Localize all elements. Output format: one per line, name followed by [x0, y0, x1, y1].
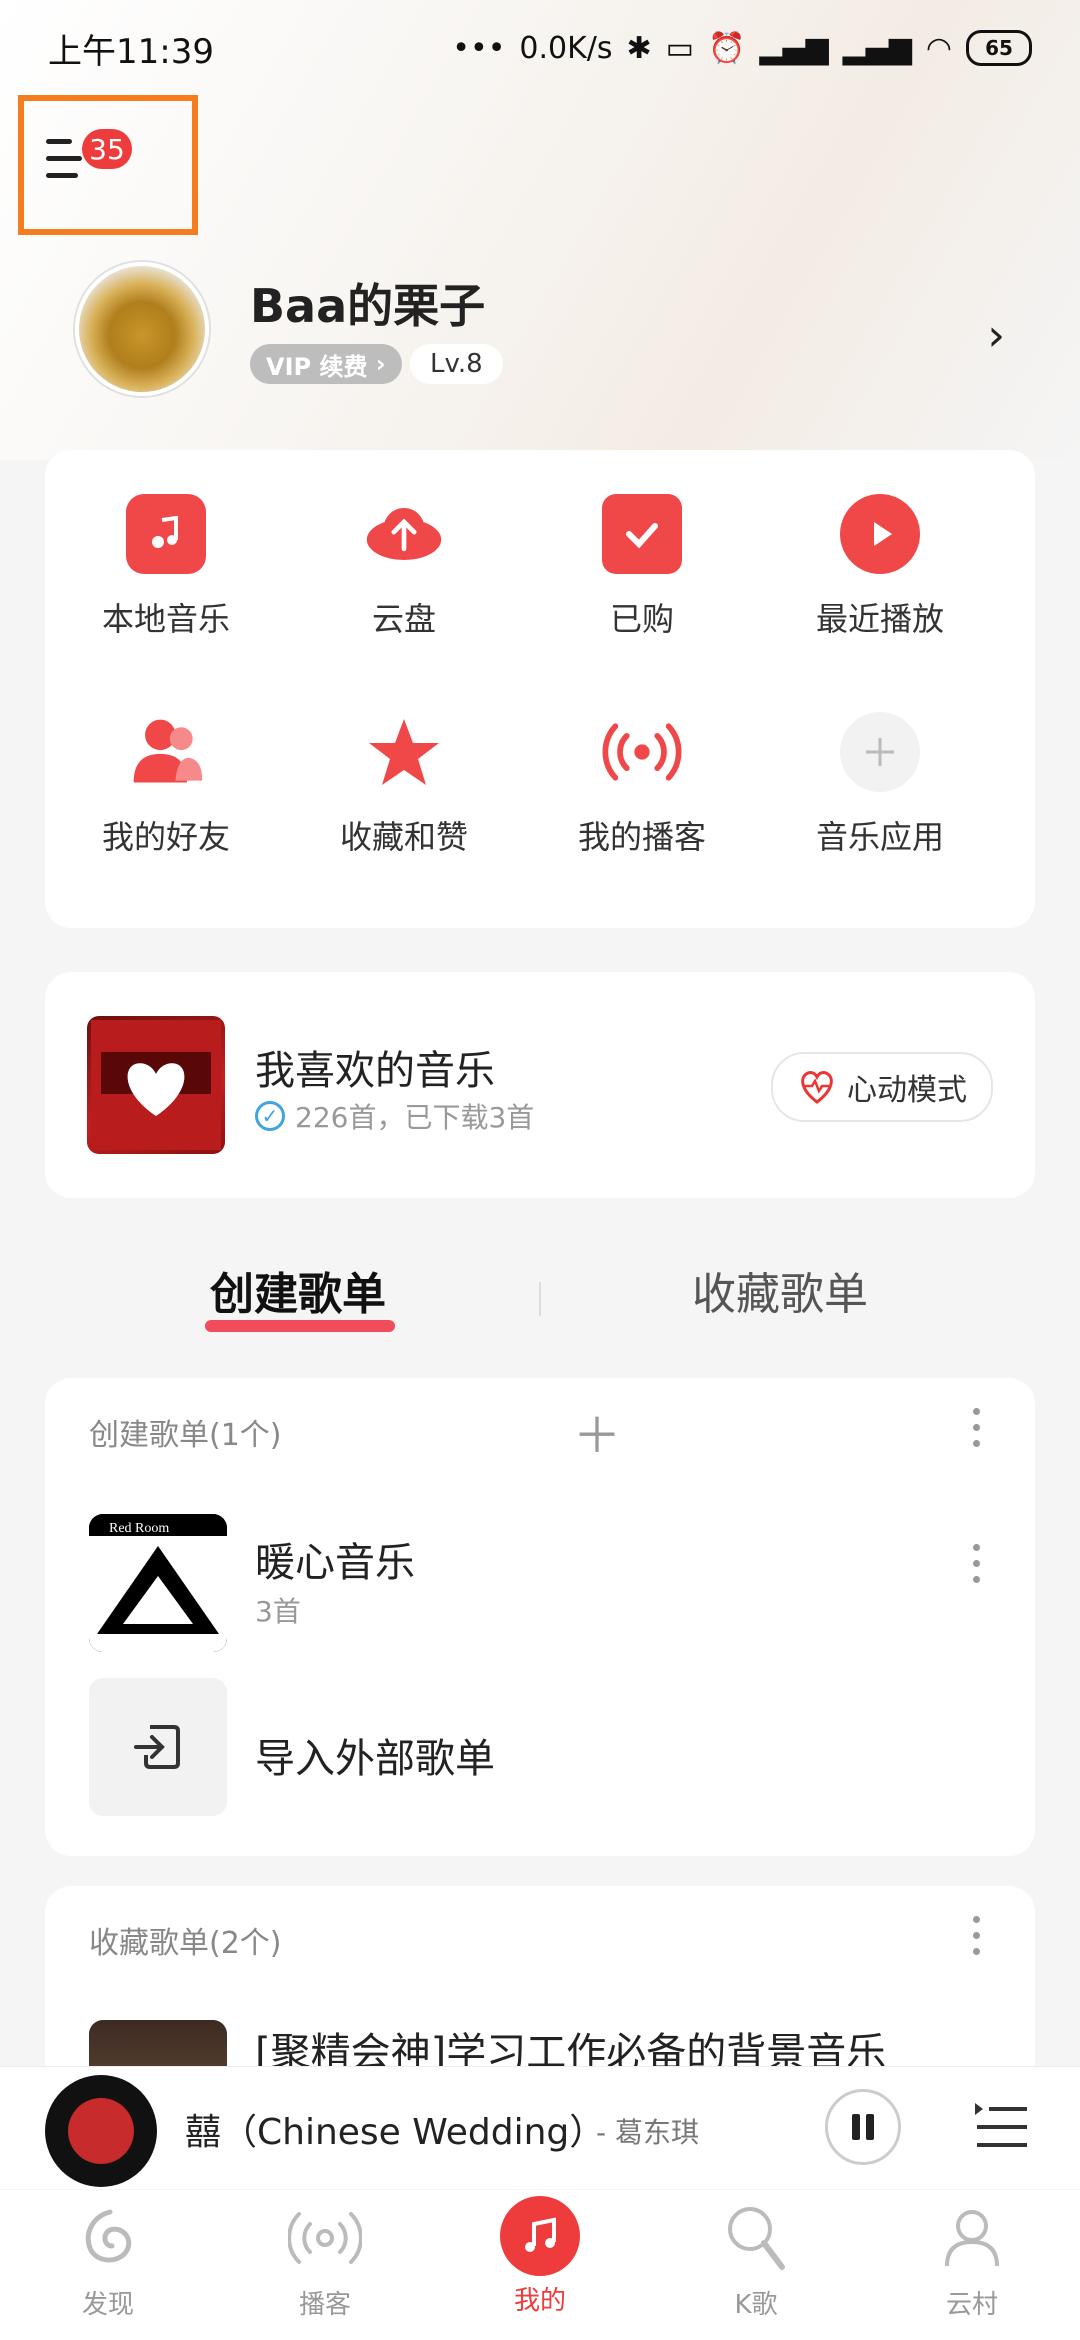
podcast-tab-icon [283, 2196, 367, 2280]
vibrate-icon: ▭ [665, 30, 695, 66]
playlist-count: 3首 [255, 1595, 301, 1628]
grid-item-recent[interactable]: 最近播放 [761, 494, 999, 640]
playlist-tabs: 创建歌单 收藏歌单 [0, 1240, 1080, 1350]
alarm-icon: ⏰ [708, 30, 746, 66]
mini-player[interactable]: 囍（Chinese Wedding） - 葛东琪 [0, 2066, 1080, 2189]
grid-item-favorites[interactable]: 收藏和赞 [285, 712, 523, 858]
grid-label: 我的好友 [101, 818, 230, 856]
level-badge[interactable]: Lv.8 [410, 344, 503, 384]
cloud-upload-icon [364, 494, 444, 574]
tab-created-playlists[interactable]: 创建歌单 [210, 1258, 386, 1322]
more-dots-icon: ••• [452, 30, 506, 66]
liked-subtitle-row: ✓ 226首，已下载3首 [255, 1096, 534, 1136]
signal-icon-2: ▂▄▆ [842, 30, 912, 66]
section-title: 收藏歌单(2个) [89, 1926, 282, 1961]
bluetooth-icon: ✱ [626, 30, 652, 66]
wifi-icon: ◠ [925, 30, 952, 66]
tab-divider [539, 1282, 541, 1316]
song-title: 囍（Chinese Wedding） [185, 2112, 606, 2153]
tab-label: K歌 [734, 2290, 778, 2320]
status-time: 上午11:39 [48, 31, 214, 72]
net-speed: 0.0K/s [519, 30, 613, 66]
tab-community[interactable]: 云村 [892, 2196, 1052, 2321]
grid-label: 我的播客 [577, 818, 706, 856]
vip-badge-label: VIP 续费 [266, 352, 368, 381]
grid-item-local-music[interactable]: 本地音乐 [47, 494, 285, 640]
tab-discover[interactable]: 发现 [28, 2196, 188, 2321]
add-playlist-icon[interactable]: ＋ [573, 1396, 621, 1466]
tab-label: 发现 [81, 2290, 134, 2320]
podcast-icon [602, 712, 682, 792]
microphone-icon [714, 2196, 798, 2280]
playlist-title: 暖心音乐 [255, 1540, 415, 1586]
section-more-icon[interactable] [973, 1916, 981, 1964]
hamburger-icon [46, 139, 82, 190]
playlist-queue-icon[interactable] [973, 2097, 1029, 2157]
grid-label: 最近播放 [815, 600, 944, 638]
import-icon [89, 1678, 227, 1816]
liked-title: 我喜欢的音乐 [255, 1048, 495, 1094]
grid-label: 音乐应用 [815, 818, 944, 856]
menu-button[interactable]: 35 [18, 95, 198, 235]
tab-label: 播客 [298, 2290, 351, 2320]
tab-label: 我的 [513, 2286, 566, 2316]
grid-item-purchased[interactable]: 已购 [523, 494, 761, 640]
avatar[interactable] [75, 262, 209, 396]
tab-podcast[interactable]: 播客 [245, 2196, 405, 2321]
community-icon [930, 2196, 1014, 2280]
album-disc[interactable] [45, 2075, 157, 2187]
grid-item-music-apps[interactable]: 音乐应用 [761, 712, 999, 858]
liked-music-card[interactable]: 我喜欢的音乐 ✓ 226首，已下载3首 心动模式 [45, 972, 1035, 1198]
import-label: 导入外部歌单 [255, 1736, 495, 1782]
section-title: 创建歌单(1个) [89, 1418, 282, 1453]
grid-label: 本地音乐 [101, 600, 230, 638]
grid-label: 收藏和赞 [339, 818, 468, 856]
status-bar: 上午11:39 ••• 0.0K/s ✱ ▭ ⏰ ▂▄▆ ▂▄▆ ◠ 65 [0, 0, 1080, 96]
grid-label: 已购 [609, 600, 674, 638]
playlist-more-icon[interactable] [973, 1544, 981, 1592]
heart-mode-label: 心动模式 [847, 1073, 967, 1108]
pause-button[interactable] [825, 2089, 901, 2165]
playlist-cover: Red Room [89, 1514, 227, 1652]
grid-label: 云盘 [371, 600, 436, 638]
purchased-bag-icon [602, 494, 682, 574]
status-icons: ••• 0.0K/s ✱ ▭ ⏰ ▂▄▆ ▂▄▆ ◠ 65 [452, 30, 1032, 66]
liked-cover [87, 1016, 225, 1154]
vip-renew-badge[interactable]: VIP 续费 › [250, 344, 402, 384]
section-more-icon[interactable] [973, 1408, 981, 1456]
feature-grid: 本地音乐 云盘 已购 最近播放 我的好友 收藏和赞 我的播客 音乐应用 [45, 450, 1035, 928]
tab-label: 云村 [945, 2290, 998, 2320]
heartbeat-icon [801, 1071, 833, 1104]
profile-row[interactable]: Baa的栗子 VIP 续费 › Lv.8 › [75, 262, 1005, 402]
cover-text: Red Room [109, 1521, 169, 1536]
downloaded-check-icon: ✓ [255, 1101, 285, 1131]
song-artist: - 葛东琪 [596, 2116, 700, 2149]
signal-icon: ▂▄▆ [759, 30, 829, 66]
grid-item-cloud[interactable]: 云盘 [285, 494, 523, 640]
bottom-tab-bar: 发现 播客 我的 K歌 云村 [0, 2190, 1080, 2340]
liked-subtitle: 226首，已下载3首 [295, 1101, 535, 1134]
grid-item-podcast[interactable]: 我的播客 [523, 712, 761, 858]
plus-icon [840, 712, 920, 792]
username: Baa的栗子 [250, 279, 486, 333]
friends-icon [126, 712, 206, 792]
created-playlists-card: 创建歌单(1个) ＋ Red Room 暖心音乐 3首 导入外部歌单 [45, 1378, 1035, 1856]
recent-play-icon [840, 494, 920, 574]
tab-mine[interactable]: 我的 [460, 2196, 620, 2317]
notification-badge: 35 [82, 129, 132, 169]
heart-mode-button[interactable]: 心动模式 [771, 1052, 993, 1122]
music-note-icon [500, 2196, 580, 2276]
star-icon [364, 712, 444, 792]
discover-icon [66, 2196, 150, 2280]
battery-icon: 65 [966, 30, 1032, 66]
local-music-icon [126, 494, 206, 574]
chevron-right-icon[interactable]: › [987, 310, 1005, 361]
chevron-right-small-icon: › [367, 350, 386, 378]
grid-item-friends[interactable]: 我的好友 [47, 712, 285, 858]
tab-favorited-playlists[interactable]: 收藏歌单 [692, 1258, 868, 1322]
tab-karaoke[interactable]: K歌 [676, 2196, 836, 2321]
